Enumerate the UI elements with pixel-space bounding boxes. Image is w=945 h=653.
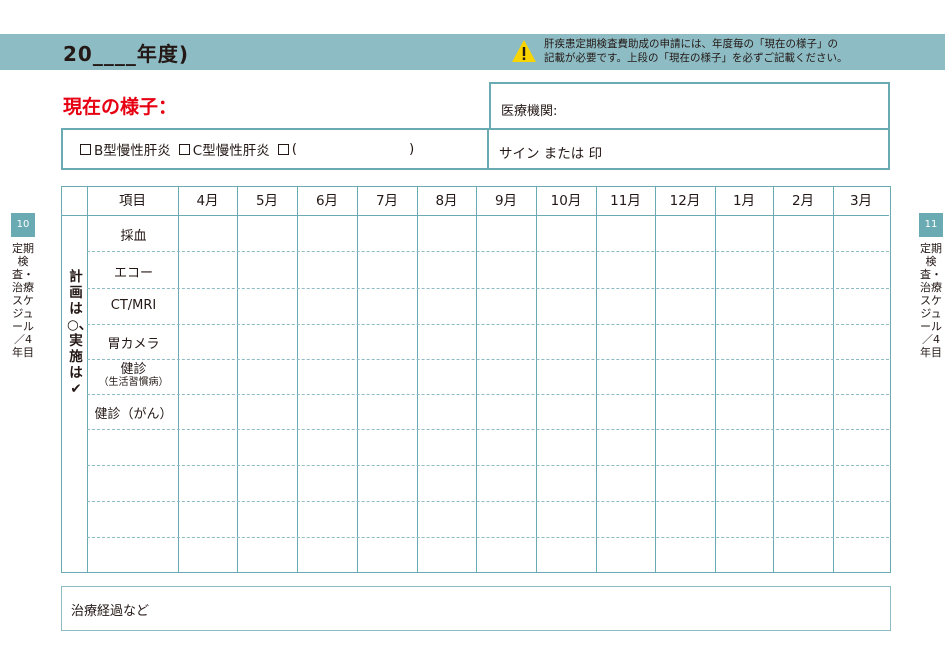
right-page-tab: 11 定期検査・治療スケジュール／4年目: [919, 213, 943, 359]
item-blood-test: 採血: [120, 229, 147, 244]
checkbox-hepatitis-b[interactable]: B型慢性肝炎: [80, 139, 171, 159]
side-caption: 定期検査・治療スケジュール／4年目: [920, 242, 942, 359]
other-close-paren: ): [408, 141, 415, 157]
column-divider: [237, 187, 238, 572]
month-header: 9月: [494, 193, 518, 209]
month-header: 8月: [435, 193, 458, 209]
condition-checkboxes: B型慢性肝炎 C型慢性肝炎 ( ): [61, 128, 489, 170]
item-column-header: 項目: [119, 193, 146, 209]
month-header: 4月: [196, 193, 219, 209]
column-divider: [476, 187, 477, 572]
checkbox-other[interactable]: ( ): [277, 141, 415, 157]
month-header: 2月: [791, 193, 815, 209]
month-header: 12月: [669, 193, 701, 209]
column-divider: [715, 187, 716, 572]
row-divider: [87, 251, 889, 252]
item-checkup-sub: （生活習慣病）: [98, 377, 169, 388]
checkbox-label: C型慢性肝炎: [192, 143, 270, 159]
checkbox-square-icon: [178, 143, 190, 155]
column-divider: [833, 187, 834, 572]
current-status-title: 現在の様子：: [63, 96, 178, 118]
treatment-notes-field[interactable]: 治療経過など: [61, 586, 891, 631]
hospital-label: 医療機関:: [501, 104, 558, 119]
signature-field[interactable]: サイン または 印: [489, 128, 890, 170]
column-divider: [87, 187, 88, 572]
month-header: 1月: [732, 193, 756, 209]
item-checkup-cancer: 健診（がん）: [94, 407, 173, 422]
notes-label: 治療経過など: [71, 604, 150, 619]
column-divider: [297, 187, 298, 572]
month-header: 10月: [550, 193, 582, 209]
month-header: 11月: [610, 193, 641, 209]
column-divider: [357, 187, 358, 572]
row-divider: [87, 359, 889, 360]
schedule-table: 項目 4月 5月 6月 7月 8月 9月 10月 11月 12月 1月 2月 3…: [61, 186, 891, 573]
column-divider: [596, 187, 597, 572]
checkbox-square-icon: [277, 143, 289, 155]
checkbox-label: (: [291, 141, 297, 157]
item-ultrasound: エコー: [113, 266, 153, 281]
checkbox-label: B型慢性肝炎: [94, 143, 171, 159]
column-divider: [773, 187, 774, 572]
item-gastroscope: 胃カメラ: [107, 337, 160, 352]
row-divider: [87, 537, 889, 538]
page-number: 10: [11, 213, 35, 237]
row-divider: [87, 288, 889, 289]
fiscal-year-title: 20____年度): [63, 42, 189, 66]
signature-label: サイン または 印: [499, 146, 603, 162]
row-divider: [87, 324, 889, 325]
notice-line-2: 記載が必要です。上段の「現在の様子」を必ずご記載ください。: [544, 52, 848, 64]
page-number: 11: [919, 213, 943, 237]
notice-line-1: 肝疾患定期検査費助成の申請には、年度毎の「現在の様子」の: [544, 38, 838, 50]
month-header: 3月: [849, 193, 873, 209]
column-divider: [417, 187, 418, 572]
checkbox-hepatitis-c[interactable]: C型慢性肝炎: [178, 139, 270, 159]
item-checkup-label: 健診: [120, 362, 147, 377]
plan-legend-label: 計画は○、実施は✔: [67, 269, 93, 397]
left-page-tab: 10 定期検査・治療スケジュール／4年目: [11, 213, 35, 359]
row-divider: [87, 465, 889, 466]
notice-text: 肝疾患定期検査費助成の申請には、年度毎の「現在の様子」の 記載が必要です。上段の…: [544, 37, 847, 65]
month-header: 7月: [375, 193, 399, 209]
hospital-field[interactable]: 医療機関:: [489, 82, 890, 130]
item-ct-mri: CT/MRI: [110, 298, 157, 313]
item-checkup-lifestyle: 健診 （生活習慣病）: [89, 362, 178, 388]
column-divider: [178, 187, 179, 572]
warning-triangle-icon: [511, 39, 537, 63]
row-divider: [87, 429, 889, 430]
column-divider: [655, 187, 656, 572]
notice: 肝疾患定期検査費助成の申請には、年度毎の「現在の様子」の 記載が必要です。上段の…: [511, 37, 847, 65]
row-divider: [87, 394, 889, 395]
side-caption: 定期検査・治療スケジュール／4年目: [12, 242, 34, 359]
month-header: 6月: [315, 193, 339, 209]
month-header: 5月: [255, 193, 279, 209]
checkbox-square-icon: [80, 143, 91, 155]
column-divider: [536, 187, 537, 572]
row-divider: [87, 501, 889, 502]
header-divider: [62, 215, 889, 216]
